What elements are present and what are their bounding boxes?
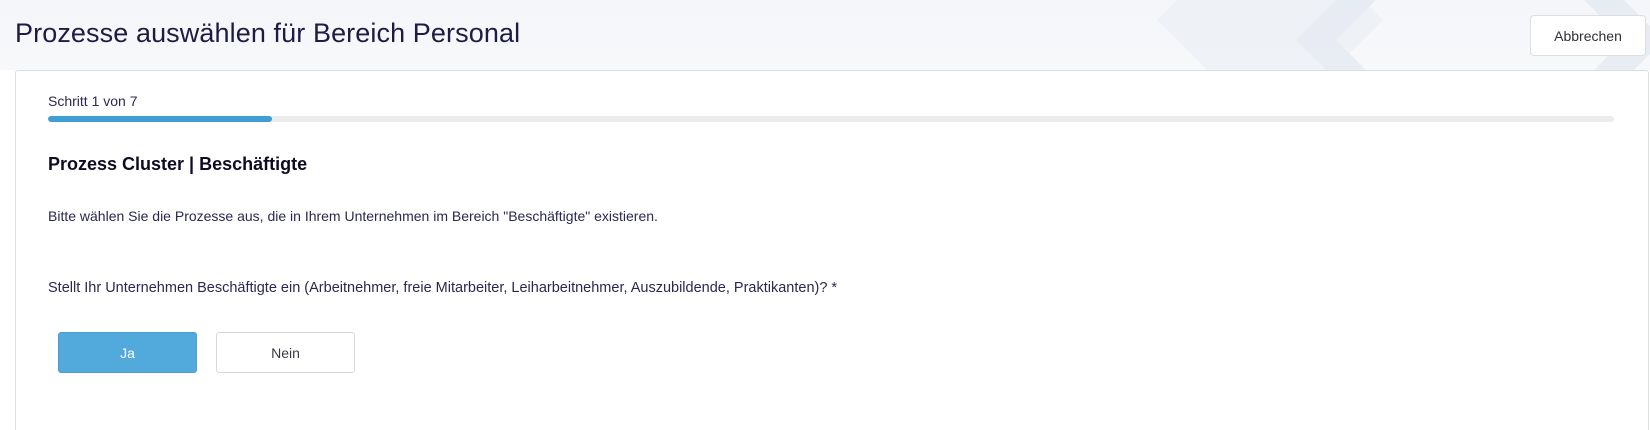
yes-button[interactable]: Ja bbox=[58, 332, 197, 373]
no-button[interactable]: Nein bbox=[216, 332, 355, 373]
progress-bar bbox=[48, 116, 1614, 122]
question-text: Stellt Ihr Unternehmen Beschäftigte ein … bbox=[48, 280, 838, 296]
answer-button-group: Ja Nein bbox=[58, 332, 355, 373]
section-title: Prozess Cluster | Beschäftigte bbox=[48, 154, 308, 174]
instruction-text: Bitte wählen Sie die Prozesse aus, die i… bbox=[48, 208, 658, 224]
step-indicator: Schritt 1 von 7 bbox=[48, 93, 138, 109]
progress-bar-fill bbox=[48, 116, 272, 122]
wizard-card: Schritt 1 von 7 Prozess Cluster | Beschä… bbox=[15, 70, 1649, 430]
process-selection-page: Prozesse auswählen für Bereich Personal … bbox=[0, 0, 1650, 430]
page-header: Prozesse auswählen für Bereich Personal … bbox=[0, 0, 1650, 70]
page-title: Prozesse auswählen für Bereich Personal bbox=[15, 18, 521, 48]
cancel-button[interactable]: Abbrechen bbox=[1530, 15, 1646, 56]
